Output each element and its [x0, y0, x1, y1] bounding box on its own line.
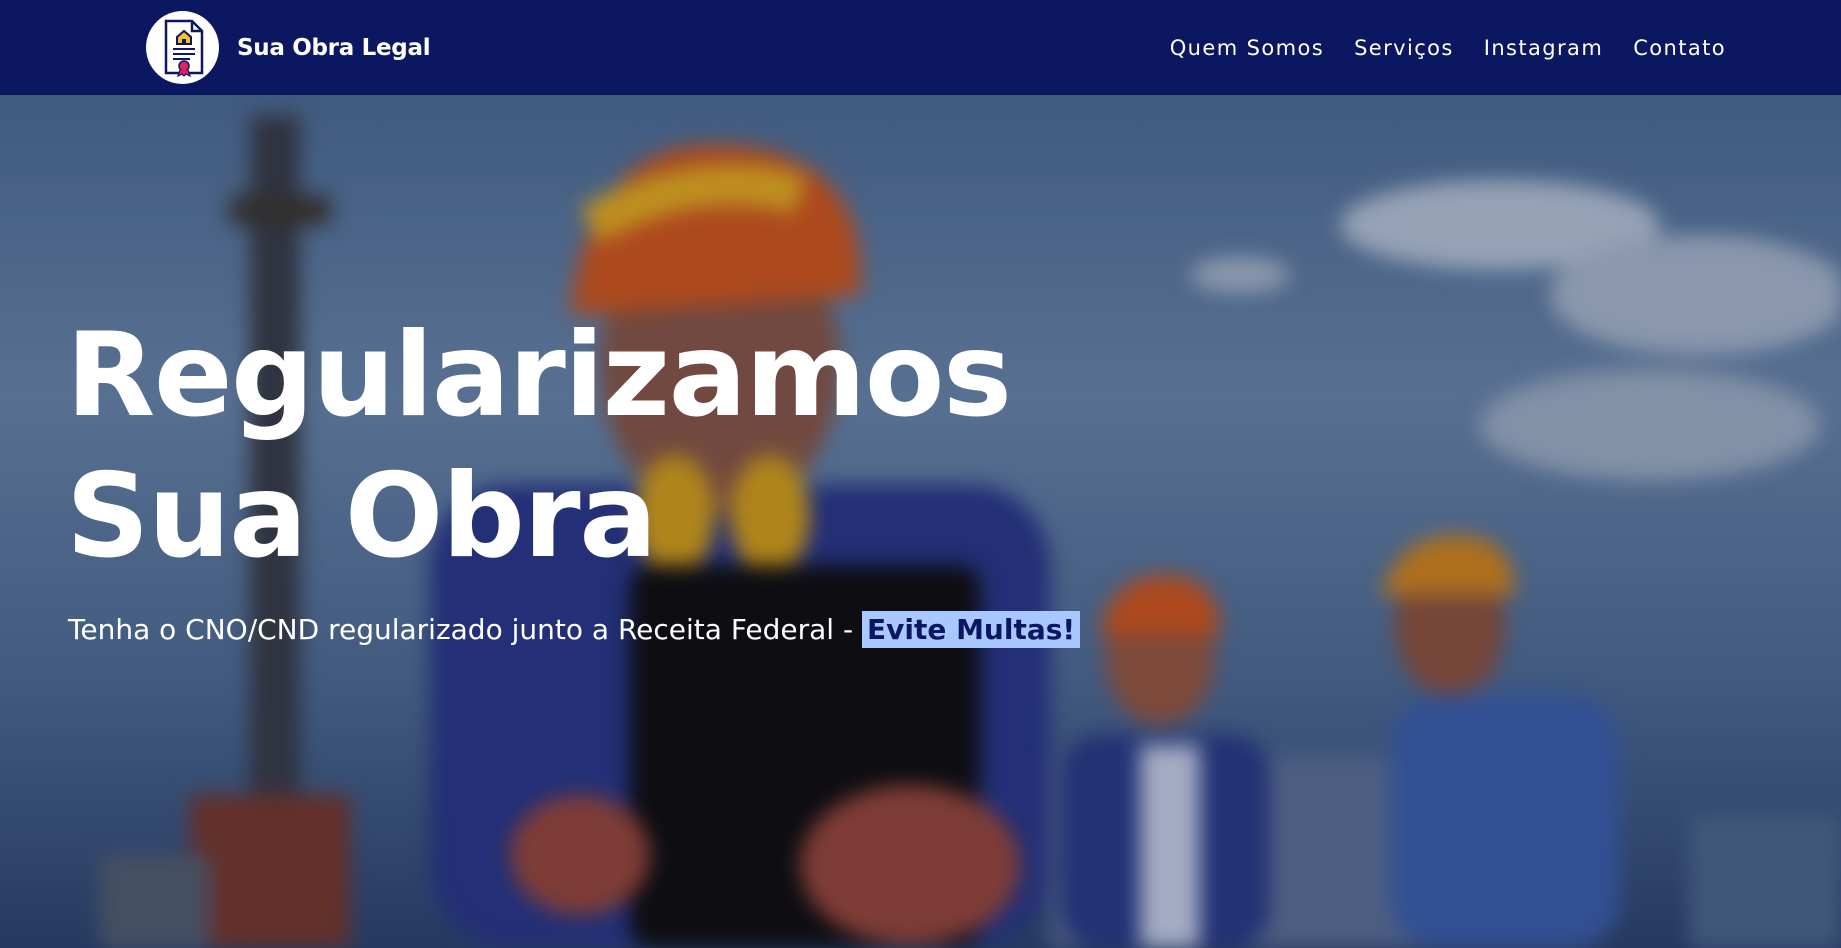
hero-highlight: Evite Multas! — [861, 611, 1081, 648]
brand[interactable]: Sua Obra Legal — [146, 11, 431, 84]
nav-link-servicos[interactable]: Serviços — [1354, 34, 1454, 62]
main-nav: Quem Somos Serviços Instagram Contato — [1140, 34, 1726, 62]
top-navbar: Sua Obra Legal Quem Somos Serviços Insta… — [0, 0, 1841, 95]
certificate-icon — [164, 19, 203, 77]
logo[interactable] — [146, 11, 219, 84]
brand-name[interactable]: Sua Obra Legal — [237, 35, 431, 61]
nav-link-instagram[interactable]: Instagram — [1484, 34, 1603, 62]
hero-headline: Regularizamos Sua Obra — [66, 305, 1012, 587]
headline-line-1: Regularizamos — [66, 308, 1012, 443]
nav-link-quem-somos[interactable]: Quem Somos — [1170, 34, 1324, 62]
hero-subtitle-text: Tenha o CNO/CND regularizado junto a Rec… — [68, 613, 862, 646]
nav-link-contato[interactable]: Contato — [1633, 34, 1726, 62]
headline-line-2: Sua Obra — [66, 449, 657, 584]
hero-subtitle: Tenha o CNO/CND regularizado junto a Rec… — [68, 610, 1081, 650]
hero-section: Regularizamos Sua Obra Tenha o CNO/CND r… — [0, 95, 1841, 948]
